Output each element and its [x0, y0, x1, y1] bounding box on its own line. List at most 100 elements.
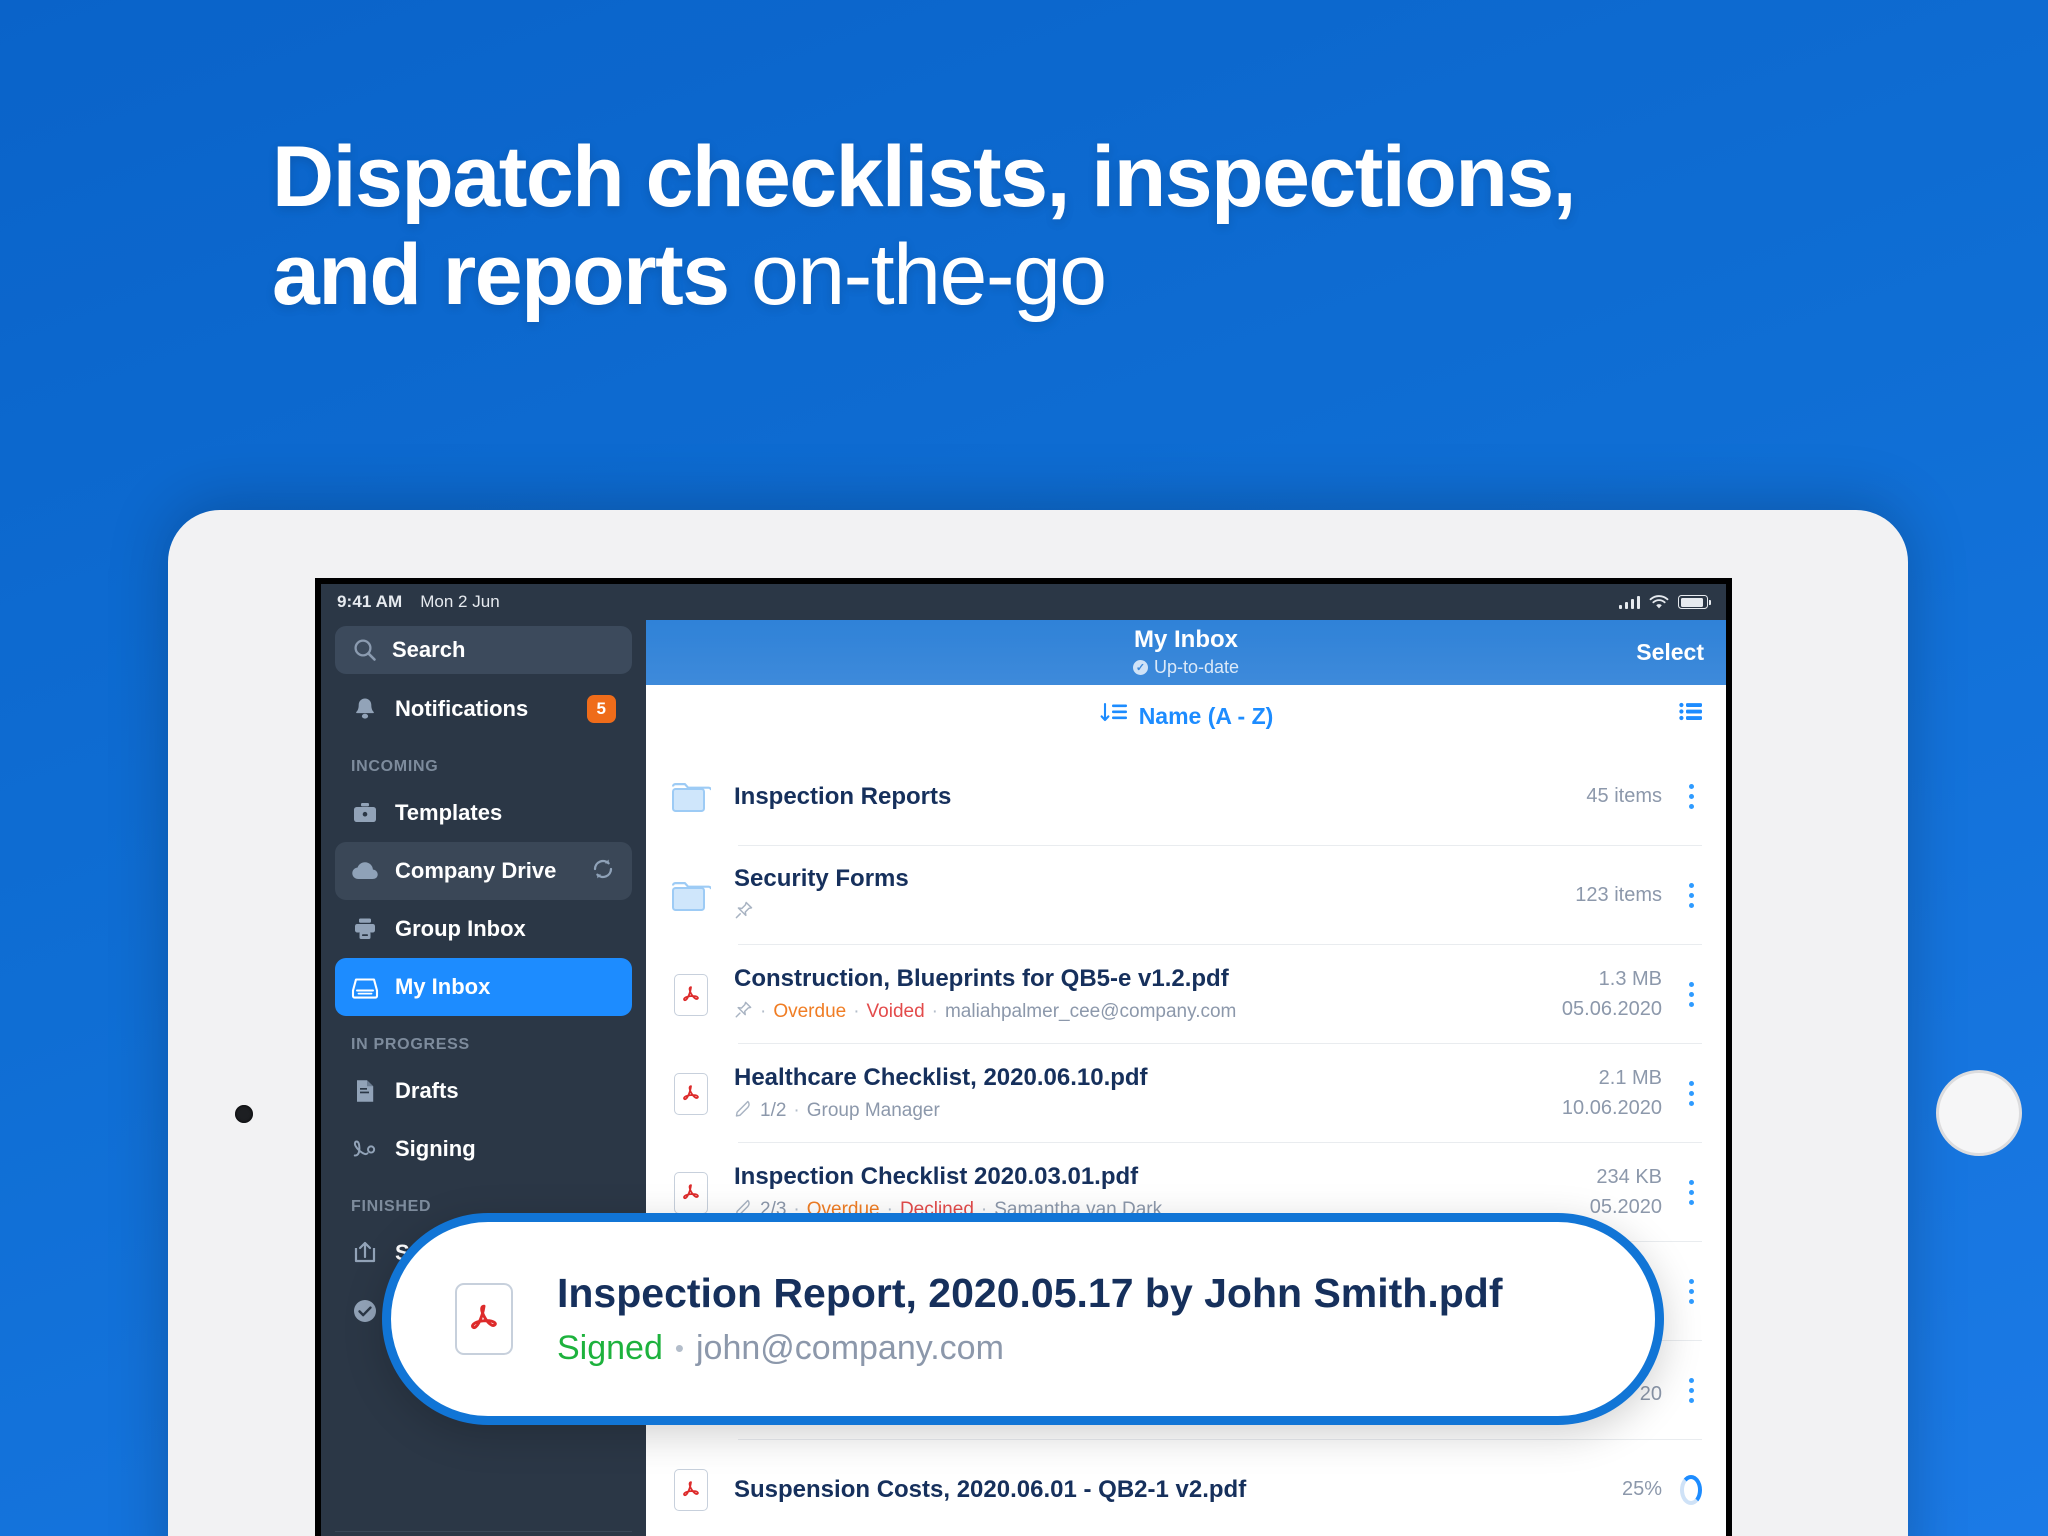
ios-status-bar: 9:41 AM Mon 2 Jun	[321, 584, 1726, 620]
callout-separator: •	[674, 1333, 684, 1363]
sort-descending-icon	[1099, 700, 1129, 732]
callout-status-badge: Signed	[557, 1329, 663, 1367]
more-options-icon[interactable]	[1680, 982, 1702, 1007]
sidebar-item-notifications[interactable]: Notifications 5	[335, 680, 632, 738]
list-view-icon	[1678, 702, 1704, 731]
sidebar-item-label: Group Inbox	[395, 916, 526, 941]
promo-screenshot: Dispatch checklists, inspections, and re…	[0, 0, 2048, 1536]
file-name: Construction, Blueprints for QB5-e v1.2.…	[734, 964, 1229, 992]
headline-line-1: Dispatch checklists, inspections,	[272, 129, 1577, 225]
pdf-icon	[668, 1171, 714, 1214]
headline-line-2-light: on-the-go	[728, 227, 1107, 324]
sort-button[interactable]: Name (A - Z)	[1099, 700, 1274, 732]
status-badge: Voided	[866, 1001, 925, 1022]
cellular-signal-icon	[1618, 595, 1640, 609]
sidebar-item-label: Drafts	[395, 1078, 459, 1103]
item-count: 123 items	[1575, 884, 1662, 906]
file-size: 1.3 MB	[1598, 968, 1662, 990]
search-input[interactable]: Search	[335, 626, 632, 674]
sidebar-divider	[335, 1531, 632, 1532]
more-options-icon[interactable]	[1680, 784, 1702, 809]
sync-status: ✓ Up-to-date	[646, 657, 1726, 678]
sidebar-item-label: Signing	[395, 1136, 476, 1161]
folder-icon	[668, 879, 714, 913]
signed-count: 1/2	[760, 1100, 787, 1121]
sidebar-item-templates[interactable]: Templates	[335, 784, 632, 842]
sidebar-item-label: Notifications	[395, 696, 529, 721]
content-title: My Inbox	[1133, 626, 1238, 654]
signature-icon	[351, 1135, 379, 1163]
sidebar-item-company-drive[interactable]: Company Drive	[335, 842, 632, 900]
sidebar-item-label: My Inbox	[395, 974, 491, 999]
sidebar-item-group-inbox[interactable]: Group Inbox	[335, 900, 632, 958]
sidebar-item-label: Templates	[395, 800, 503, 825]
highlight-callout-card[interactable]: Inspection Report, 2020.05.17 by John Sm…	[382, 1213, 1664, 1425]
sidebar-item-signing[interactable]: Signing	[335, 1120, 632, 1178]
pdf-icon	[668, 1072, 714, 1115]
sidebar-section-in-progress: IN PROGRESS	[351, 1036, 470, 1053]
inbox-tray-icon	[351, 973, 379, 1001]
sidebar-section-incoming: INCOMING	[351, 758, 439, 775]
table-row[interactable]: Healthcare Checklist, 2020.06.10.pdf 1/2…	[646, 1044, 1726, 1143]
more-options-icon[interactable]	[1680, 1378, 1702, 1403]
sync-status-label: Up-to-date	[1153, 656, 1240, 677]
file-name: Healthcare Checklist, 2020.06.10.pdf	[734, 1063, 1148, 1091]
sidebar-item-label: Company Drive	[395, 858, 557, 883]
briefcase-icon	[351, 799, 379, 827]
progress-spinner-icon	[1680, 1474, 1702, 1505]
page-title: Dispatch checklists, inspections, and re…	[272, 128, 1912, 324]
front-camera	[235, 1105, 253, 1123]
cloud-icon	[351, 857, 379, 885]
sidebar-item-drafts[interactable]: Drafts	[335, 1062, 632, 1120]
bell-icon	[351, 695, 379, 723]
check-badge-icon: ✓	[1132, 659, 1148, 675]
sort-toolbar: Name (A - Z)	[646, 685, 1726, 747]
pin-icon	[734, 1000, 753, 1025]
wifi-icon	[1649, 594, 1669, 608]
file-name: Inspection Reports	[734, 782, 952, 810]
select-button[interactable]: Select	[1636, 639, 1704, 666]
recipient-email: maliahpalmer_cee@company.com	[944, 1001, 1237, 1022]
check-circle-icon	[351, 1297, 379, 1325]
search-icon	[351, 636, 379, 664]
share-out-icon	[351, 1239, 379, 1267]
printer-inbox-icon	[351, 915, 379, 943]
home-button[interactable]	[1936, 1070, 2022, 1156]
table-row[interactable]: Construction, Blueprints for QB5-e v1.2.…	[646, 945, 1726, 1044]
signature-pen-icon	[734, 1099, 753, 1124]
table-row[interactable]: Suspension Costs, 2020.06.01 - QB2-1 v2.…	[646, 1440, 1726, 1536]
file-date: 20	[1639, 1382, 1662, 1405]
sidebar-item-my-inbox[interactable]: My Inbox	[335, 958, 632, 1016]
role-label: Group Manager	[806, 1100, 940, 1121]
content-header: My Inbox ✓ Up-to-date Select	[646, 620, 1726, 685]
notifications-badge: 5	[586, 695, 616, 723]
file-date: 10.06.2020	[1561, 1097, 1662, 1119]
view-toggle-button[interactable]	[1678, 701, 1704, 732]
file-name: Suspension Costs, 2020.06.01 - QB2-1 v2.…	[734, 1475, 1247, 1503]
search-placeholder: Search	[392, 637, 466, 662]
status-time: 9:41 AM	[337, 592, 403, 611]
file-size: 234 KB	[1596, 1166, 1662, 1188]
battery-icon	[1678, 595, 1711, 609]
pdf-icon	[668, 1468, 714, 1511]
table-row[interactable]: Inspection Reports 45 items	[646, 747, 1726, 846]
more-options-icon[interactable]	[1680, 1180, 1702, 1205]
table-row[interactable]: Security Forms 123 items	[646, 846, 1726, 945]
more-options-icon[interactable]	[1680, 1279, 1702, 1304]
more-options-icon[interactable]	[1680, 883, 1702, 908]
item-count: 45 items	[1586, 785, 1662, 807]
file-date: 05.06.2020	[1561, 998, 1662, 1020]
callout-file-name: Inspection Report, 2020.05.17 by John Sm…	[557, 1270, 1503, 1316]
pin-icon	[734, 900, 754, 926]
more-options-icon[interactable]	[1680, 1081, 1702, 1106]
sort-label: Name (A - Z)	[1138, 702, 1274, 729]
callout-email: john@company.com	[695, 1329, 1004, 1367]
upload-progress-label: 25%	[1621, 1478, 1662, 1500]
file-date: 05.2020	[1589, 1196, 1662, 1218]
document-icon	[351, 1077, 379, 1105]
sync-icon[interactable]	[590, 856, 616, 887]
headline-line-2-bold: and reports	[272, 227, 730, 324]
pdf-icon	[668, 973, 714, 1016]
pdf-icon	[455, 1283, 513, 1355]
file-name: Inspection Checklist 2020.03.01.pdf	[734, 1162, 1139, 1190]
